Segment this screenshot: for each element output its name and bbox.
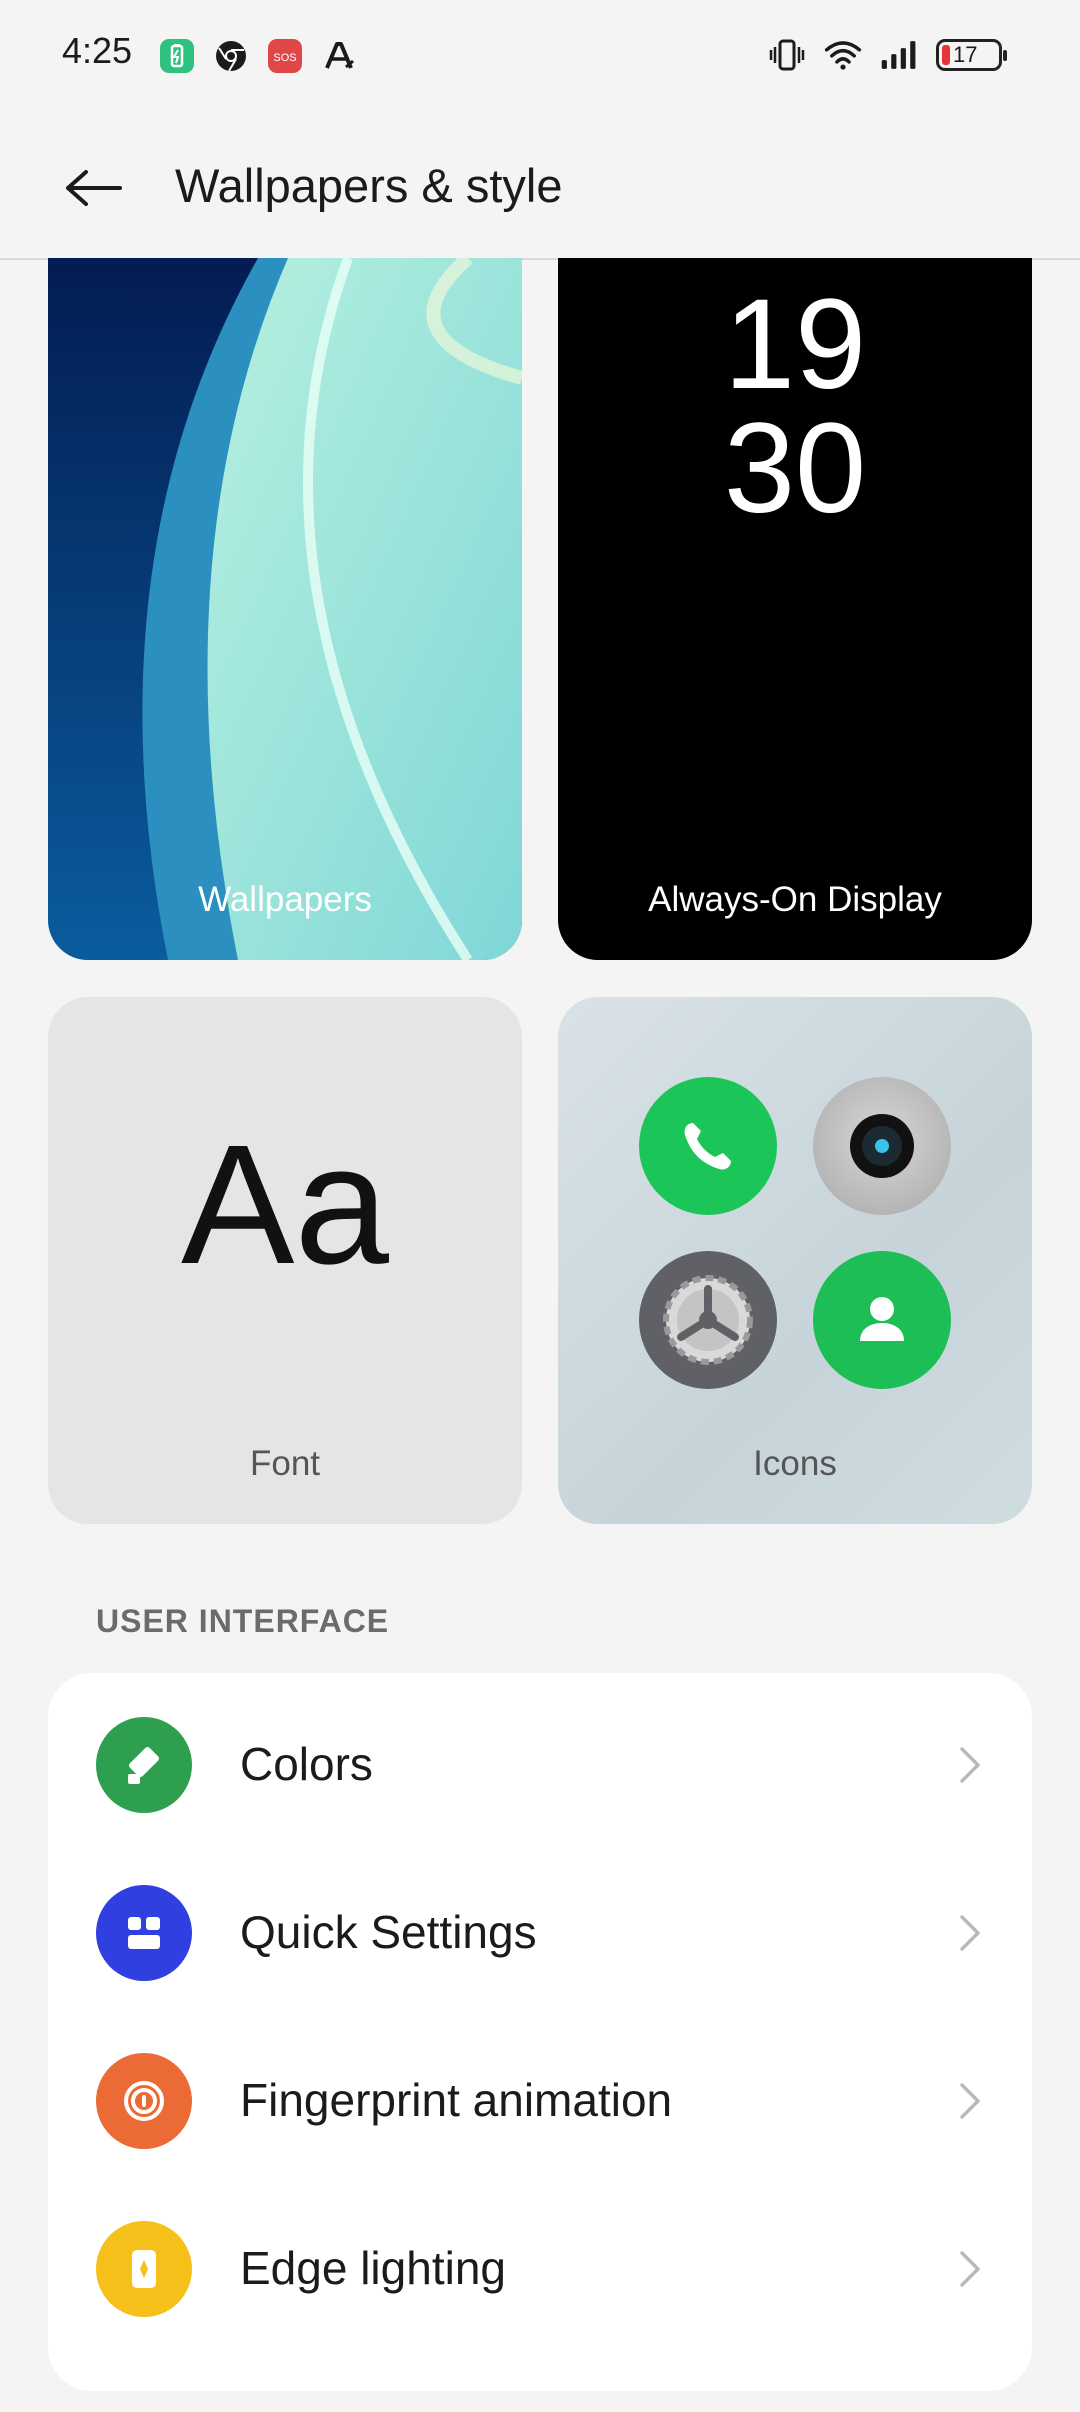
status-time: 4:25 bbox=[62, 30, 133, 71]
user-interface-card: Colors Quick Settings Fingerprint animat… bbox=[48, 1673, 1032, 2391]
setting-row-colors[interactable]: Colors bbox=[48, 1681, 1032, 1849]
chevron-right-icon bbox=[948, 2247, 992, 2291]
font-sample: Aa bbox=[181, 1110, 389, 1300]
wallpaper-preview-image bbox=[48, 258, 522, 960]
settings-icon bbox=[639, 1251, 777, 1389]
aod-label: Always-On Display bbox=[648, 880, 942, 919]
paint-bucket-icon bbox=[96, 1717, 192, 1813]
aod-clock-hour: 19 bbox=[723, 273, 867, 416]
back-arrow-icon bbox=[66, 170, 122, 206]
section-title-user-interface: USER INTERFACE bbox=[96, 1603, 390, 1639]
app-bar: Wallpapers & style bbox=[0, 110, 1080, 260]
font-label: Font bbox=[249, 1444, 321, 1483]
page-title: Wallpapers & style bbox=[175, 159, 563, 212]
sos-label: SOS bbox=[273, 52, 296, 64]
always-on-display-tile[interactable]: 19 30 Always-On Display bbox=[558, 258, 1032, 960]
back-button[interactable] bbox=[56, 150, 132, 226]
icons-tile[interactable]: Icons bbox=[558, 997, 1032, 1524]
aod-clock-minute: 30 bbox=[723, 397, 867, 540]
camera-icon bbox=[813, 1077, 951, 1215]
status-icons: 17 bbox=[768, 36, 1007, 74]
setting-label-quick-settings: Quick Settings bbox=[240, 1906, 537, 1958]
battery-icon: 17 bbox=[936, 39, 1007, 71]
wallpapers-label: Wallpapers bbox=[198, 880, 372, 919]
battery-level: 17 bbox=[953, 42, 978, 67]
wallpapers-tile[interactable]: Wallpapers bbox=[48, 258, 522, 960]
signal-icon bbox=[880, 36, 918, 74]
phone-icon bbox=[639, 1077, 777, 1215]
edge-lighting-icon bbox=[96, 2221, 192, 2317]
chevron-right-icon bbox=[948, 1911, 992, 1955]
font-tile[interactable]: Aa Font bbox=[48, 997, 522, 1524]
setting-row-edge-lighting[interactable]: Edge lighting bbox=[48, 2185, 1032, 2353]
setting-label-fingerprint-animation: Fingerprint animation bbox=[240, 2074, 673, 2126]
battery-saver-icon bbox=[158, 37, 196, 75]
sos-icon: SOS bbox=[266, 37, 304, 75]
setting-label-colors: Colors bbox=[240, 1738, 373, 1790]
vibrate-icon bbox=[768, 36, 806, 74]
status-bar: 4:25 SOS 17 bbox=[0, 0, 1080, 110]
setting-row-quick-settings[interactable]: Quick Settings bbox=[48, 1849, 1032, 2017]
notification-icons: SOS bbox=[158, 37, 358, 75]
contacts-icon bbox=[813, 1251, 951, 1389]
fingerprint-icon bbox=[96, 2053, 192, 2149]
icons-label: Icons bbox=[753, 1444, 837, 1483]
setting-label-edge-lighting: Edge lighting bbox=[240, 2242, 506, 2294]
chevron-right-icon bbox=[948, 2079, 992, 2123]
chevron-right-icon bbox=[948, 1743, 992, 1787]
a-app-icon bbox=[320, 37, 358, 75]
chrome-icon bbox=[212, 37, 250, 75]
wifi-icon bbox=[824, 36, 862, 74]
battery-level-fill bbox=[942, 45, 950, 65]
setting-row-fingerprint-animation[interactable]: Fingerprint animation bbox=[48, 2017, 1032, 2185]
quick-settings-icon bbox=[96, 1885, 192, 1981]
aod-clock: 19 30 bbox=[558, 273, 1032, 540]
